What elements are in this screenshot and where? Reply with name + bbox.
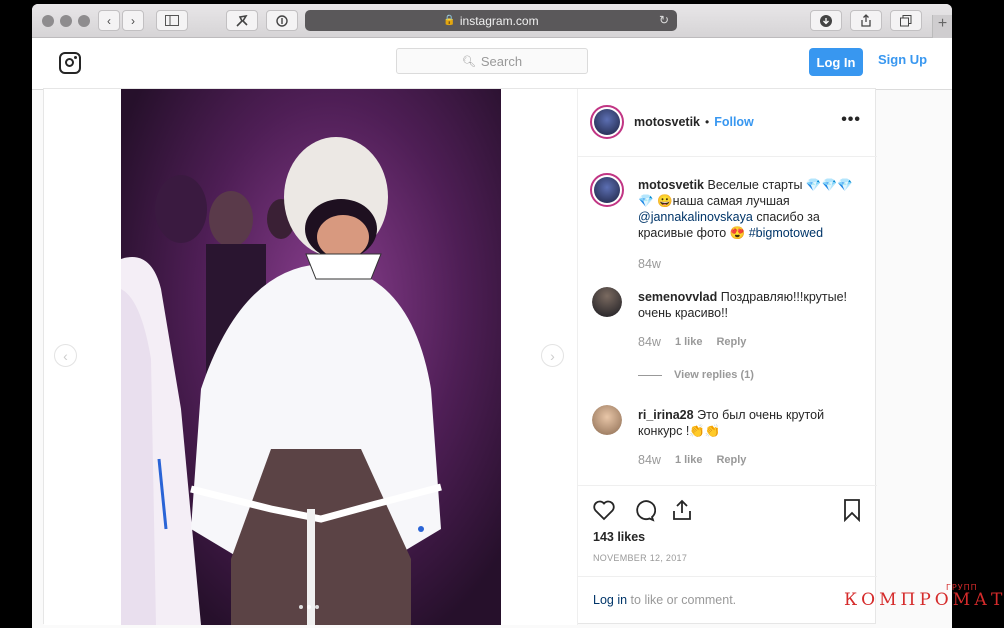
comment-text: ri_irina28 Это был очень крутой конкурс … (638, 407, 866, 439)
next-photo-button[interactable]: › (541, 344, 564, 367)
new-tab-button[interactable]: + (932, 15, 952, 38)
chevron-right-icon: › (550, 347, 555, 364)
likes-count[interactable]: 143 likes (593, 530, 645, 544)
close-window-button[interactable] (42, 15, 54, 27)
watermark-text: КОМПРОМАТ (844, 590, 1004, 610)
replies-line (638, 374, 662, 376)
search-input[interactable]: 🔍︎ Search (396, 48, 588, 74)
chevron-left-icon: ‹ (63, 347, 68, 364)
comment-likes[interactable]: 1 like (675, 336, 703, 348)
chevron-left-icon: ‹ (107, 13, 111, 28)
view-replies-label: View replies (1) (674, 369, 754, 381)
sidebar-icon (165, 15, 179, 26)
separator-dot: • (705, 115, 710, 129)
comment-text: semenovvlad Поздравляю!!!крутые! очень к… (638, 289, 866, 321)
mention-link[interactable]: @jannakalinovskaya (638, 210, 753, 224)
reply-button[interactable]: Reply (716, 336, 746, 348)
comment-meta: 84w 1 like Reply (638, 335, 746, 349)
comment-likes[interactable]: 1 like (675, 454, 703, 466)
comment-username[interactable]: ri_irina28 (638, 408, 694, 422)
login-link[interactable]: Log in (593, 593, 627, 607)
comment-username[interactable]: semenovvlad (638, 290, 717, 304)
search-icon: 🔍︎ (461, 55, 476, 68)
post-photo[interactable] (121, 89, 501, 625)
tabs-icon (900, 14, 912, 26)
comment-age[interactable]: 84w (638, 453, 661, 467)
download-icon (820, 14, 832, 27)
lock-icon: 🔒 (443, 15, 456, 26)
caption-avatar[interactable] (590, 173, 624, 207)
post-actions: 143 likes NOVEMBER 12, 2017 Log in to li… (578, 485, 877, 625)
address-url: instagram.com (459, 13, 539, 28)
author-avatar[interactable] (590, 105, 624, 139)
previous-photo-button[interactable]: ‹ (54, 344, 77, 367)
reply-button[interactable]: Reply (716, 454, 746, 466)
author-username[interactable]: motosvetik (634, 115, 700, 129)
comment-meta: 84w 1 like Reply (638, 453, 746, 467)
share-browser-button[interactable] (850, 10, 882, 31)
caption-username[interactable]: motosvetik (638, 178, 704, 192)
login-button[interactable]: Log In (809, 48, 863, 76)
comment-avatar[interactable] (592, 405, 622, 435)
extension-icon (236, 14, 248, 27)
caption-age[interactable]: 84w (638, 257, 661, 271)
info-icon (276, 14, 288, 27)
login-prompt: Log in to like or comment. (578, 576, 877, 626)
tabs-overview-button[interactable] (890, 10, 922, 31)
reload-icon[interactable]: ↻ (659, 13, 669, 27)
browser-toolbar: ‹ › 🔒 instagram.com ↻ + (32, 4, 952, 38)
extension-button[interactable] (226, 10, 258, 31)
search-placeholder: Search (480, 53, 523, 69)
comment-avatar[interactable] (592, 287, 622, 317)
caption-meta: 84w (638, 257, 661, 271)
comment-age[interactable]: 84w (638, 335, 661, 349)
follow-button[interactable]: Follow (714, 115, 754, 129)
caption-text: motosvetik Веселые старты 💎💎💎💎 😀наша сам… (638, 177, 866, 241)
sidebar-button[interactable] (156, 10, 188, 31)
post-media-area: ‹ › (44, 89, 577, 625)
post-header: motosvetik • Follow ••• (578, 89, 877, 157)
instagram-header: 🔍︎ Search Log In Sign Up (32, 38, 952, 90)
minimize-window-button[interactable] (60, 15, 72, 27)
signup-link[interactable]: Sign Up (878, 52, 927, 67)
share-icon[interactable] (670, 498, 694, 522)
post-date[interactable]: NOVEMBER 12, 2017 (593, 553, 687, 563)
post-sidebar: motosvetik • Follow ••• motosvetik Весел… (577, 89, 877, 625)
hashtag-link[interactable]: #bigmotowed (749, 226, 823, 240)
heart-icon[interactable] (592, 498, 616, 522)
share-icon (861, 14, 871, 27)
chevron-right-icon: › (131, 13, 135, 28)
forward-button[interactable]: › (122, 10, 144, 31)
back-button[interactable]: ‹ (98, 10, 120, 31)
address-bar[interactable]: 🔒 instagram.com ↻ (305, 10, 677, 31)
bookmark-icon[interactable] (840, 498, 864, 522)
more-options-icon[interactable]: ••• (841, 111, 861, 129)
zoom-window-button[interactable] (78, 15, 90, 27)
view-replies-button[interactable]: View replies (1) (638, 369, 754, 381)
instagram-logo-icon[interactable] (59, 52, 81, 74)
photo-illustration (121, 137, 442, 625)
downloads-button[interactable] (810, 10, 842, 31)
post-container: ‹ › motosvetik • Follow ••• motosvetik В… (43, 88, 877, 625)
post-author-row: motosvetik • Follow (634, 115, 754, 129)
comment-icon[interactable] (632, 498, 656, 522)
privacy-button[interactable] (266, 10, 298, 31)
login-prompt-text: to like or comment. (630, 593, 737, 607)
